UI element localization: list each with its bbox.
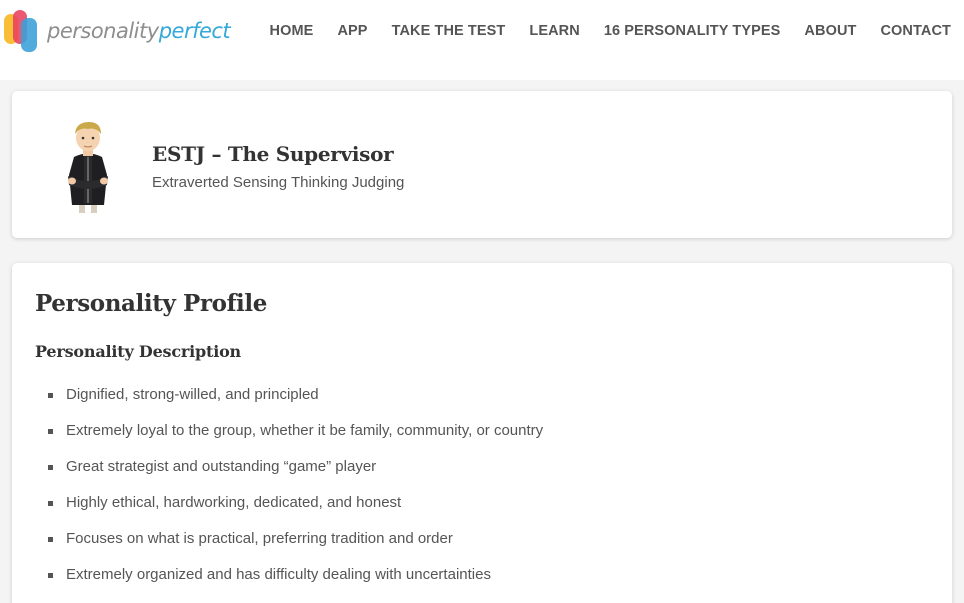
logo-word-perfect: perfect (158, 19, 231, 43)
type-header-card: ESTJ – The Supervisor Extraverted Sensin… (12, 91, 952, 238)
list-item: Extremely organized and has difficulty d… (48, 565, 543, 601)
logo-wordmark: personalityperfect (47, 19, 231, 43)
logo-people-icon (4, 10, 40, 52)
list-item: Dignified, strong-willed, and principled (48, 385, 543, 421)
nav-take-the-test[interactable]: TAKE THE TEST (392, 22, 506, 40)
personality-type-subtitle: Extraverted Sensing Thinking Judging (152, 174, 405, 191)
list-item: Highly ethical, hardworking, dedicated, … (48, 493, 543, 529)
site-header: personalityperfect HOME APP TAKE THE TES… (0, 0, 964, 80)
profile-heading: Personality Profile (35, 290, 267, 317)
businessman-avatar-icon (68, 122, 108, 213)
personality-profile-card: Personality Profile Personality Descript… (12, 263, 952, 603)
main-nav: HOME APP TAKE THE TEST LEARN 16 PERSONAL… (246, 22, 951, 40)
nav-16-personality-types[interactable]: 16 PERSONALITY TYPES (604, 22, 781, 40)
personality-type-title: ESTJ – The Supervisor (152, 142, 394, 166)
traits-list: Dignified, strong-willed, and principled… (48, 385, 543, 601)
nav-contact[interactable]: CONTACT (880, 22, 951, 40)
nav-home[interactable]: HOME (270, 22, 314, 40)
nav-about[interactable]: ABOUT (804, 22, 856, 40)
nav-learn[interactable]: LEARN (529, 22, 579, 40)
list-item: Extremely loyal to the group, whether it… (48, 421, 543, 457)
list-item: Focuses on what is practical, preferring… (48, 529, 543, 565)
site-logo[interactable]: personalityperfect (4, 10, 231, 52)
list-item: Great strategist and outstanding “game” … (48, 457, 543, 493)
logo-word-personality: personality (47, 19, 159, 43)
nav-app[interactable]: APP (337, 22, 367, 40)
description-heading: Personality Description (35, 342, 241, 361)
